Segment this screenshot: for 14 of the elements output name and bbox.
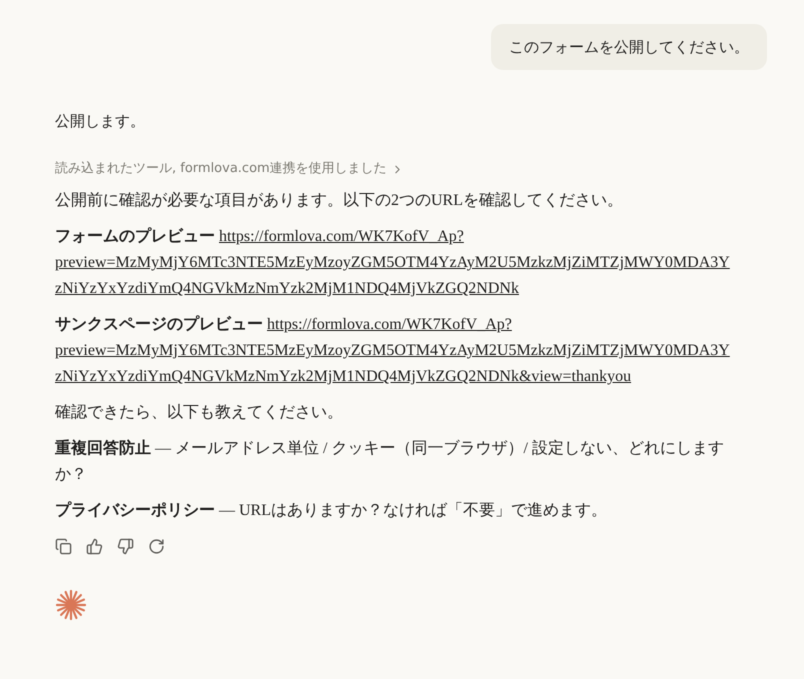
thumbs-up-icon[interactable] [86,538,103,555]
reply-text: 確認できたら、以下も教えてください。 [55,402,343,423]
reply-text: 公開前に確認が必要な項目があります。以下の2つのURLを確認してください。 [55,190,623,211]
tool-use-toggle[interactable]: 読み込まれたツール, formlova.com連携を使用しました [55,156,404,182]
question-text: 重複回答防止 — メールアドレス単位 / クッキー（同一ブラウザ）/ 設定しない、どれにしますか？ [55,438,725,485]
sparkle-logo-icon [55,589,87,621]
preview-link-text[interactable]: フォームのプレビュー https://formlova.com/WK7KofV_Ap?preview=MzMyMjY6MTc3NTE5MzEyMzoyZGM5OTM4YzAyM2U5MzkzMjZiMTZjMWY0MDA3YzNiYzYxYzdiYmQ4NGVkMzNmYzk2MjM1NDQ4MjVkZGQ2NDNk [55,224,734,302]
question-text: プライバシーポリシー — URLはありますか？なければ「不要」で進めます。 [55,500,608,521]
preview-link-text[interactable]: サンクスページのプレビュー https://formlova.com/WK7KofV_Ap?preview=MzMyMjY6MTc3NTE5MzEyMzoyZGM5OTM4YzAyM2U5MzkzMjZiMTZjMWY0MDA3YzNiYzYxYzdiYmQ4NGVkMzNmYzk2MjM1NDQ4MjVkZGQ2NDNk&view=thankyou [55,312,734,390]
user-message: このフォームを公開してください。 [491,24,767,70]
copy-icon[interactable] [55,538,72,555]
reply-text: 公開します。 [55,111,145,132]
retry-icon[interactable] [148,538,165,555]
thumbs-down-icon[interactable] [117,538,134,555]
